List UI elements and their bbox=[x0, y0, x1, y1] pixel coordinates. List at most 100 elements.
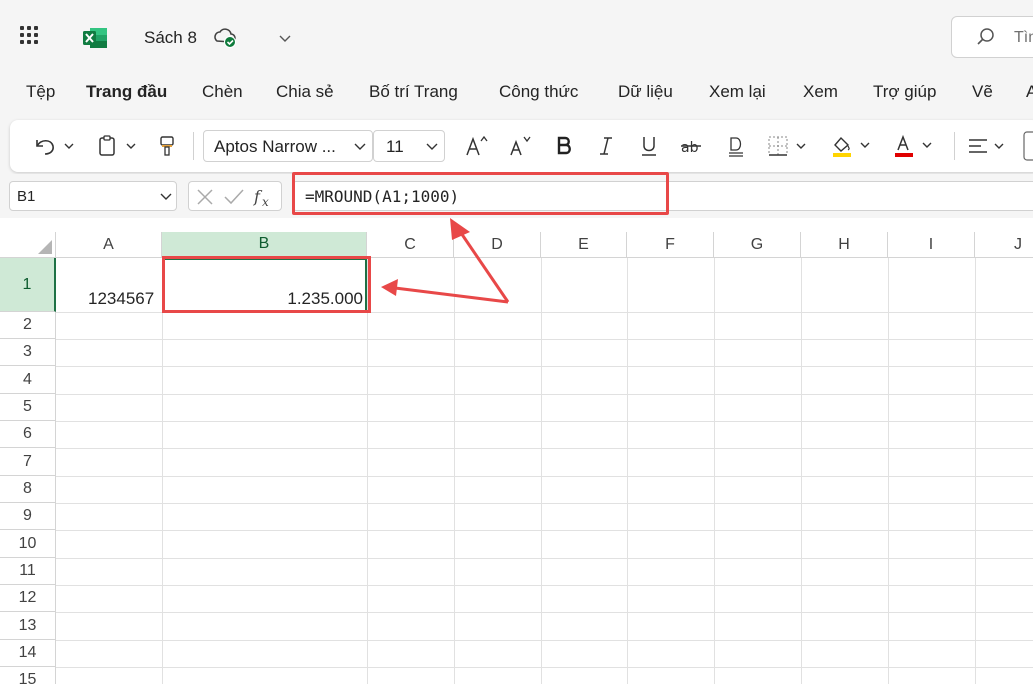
increase-font-icon bbox=[466, 135, 488, 156]
insert-function-icon[interactable]: f x bbox=[253, 185, 277, 209]
column-header-g[interactable]: G bbox=[714, 232, 801, 258]
font-name-select[interactable]: Aptos Narrow ... bbox=[203, 130, 373, 162]
tab-data[interactable]: Dữ liệu bbox=[618, 82, 673, 102]
gridline bbox=[714, 258, 715, 684]
column-header-h[interactable]: H bbox=[801, 232, 888, 258]
gridline bbox=[162, 258, 163, 684]
row-header-14[interactable]: 14 bbox=[0, 640, 56, 667]
name-box[interactable]: B1 bbox=[9, 181, 177, 211]
font-color-button[interactable] bbox=[890, 120, 942, 172]
row-header-10[interactable]: 10 bbox=[0, 530, 56, 558]
tab-overflow[interactable]: A bbox=[1026, 82, 1033, 102]
italic-icon bbox=[600, 137, 612, 155]
formula-buttons: f x bbox=[188, 181, 282, 211]
underline-button[interactable] bbox=[635, 120, 663, 172]
bold-button[interactable] bbox=[550, 120, 578, 172]
gridline bbox=[888, 258, 889, 684]
row-header-11[interactable]: 11 bbox=[0, 558, 56, 585]
clipboard-button[interactable] bbox=[92, 120, 146, 172]
tab-help[interactable]: Trợ giúp bbox=[873, 82, 936, 102]
select-all-button[interactable] bbox=[0, 232, 56, 258]
row-header-12[interactable]: 12 bbox=[0, 585, 56, 612]
column-header-c[interactable]: C bbox=[367, 232, 454, 258]
search-icon bbox=[977, 28, 994, 45]
ribbon-toolbar: Aptos Narrow ... 11 ab bbox=[10, 120, 1033, 172]
strikethrough-button[interactable]: ab bbox=[675, 120, 707, 172]
row-header-13[interactable]: 13 bbox=[0, 612, 56, 640]
cell-a1[interactable]: 1234567 bbox=[88, 289, 154, 309]
cancel-icon[interactable] bbox=[195, 187, 215, 207]
gridline bbox=[975, 258, 976, 684]
cloud-saved-icon[interactable] bbox=[212, 26, 238, 50]
row-header-7[interactable]: 7 bbox=[0, 448, 56, 476]
title-bar: Sách 8 Tìm bbox=[0, 0, 1033, 78]
enter-check-icon[interactable] bbox=[223, 187, 245, 207]
increase-font-size-button[interactable] bbox=[459, 120, 493, 172]
double-underline-button[interactable] bbox=[722, 120, 750, 172]
gridline bbox=[56, 667, 1033, 668]
strikethrough-icon: ab bbox=[681, 140, 701, 156]
column-header-j[interactable]: J bbox=[975, 232, 1033, 258]
font-color-icon bbox=[895, 134, 932, 157]
tab-review[interactable]: Xem lại bbox=[709, 82, 766, 102]
document-title[interactable]: Sách 8 bbox=[144, 28, 197, 48]
chevron-down-icon[interactable] bbox=[278, 32, 292, 44]
gridline bbox=[801, 258, 802, 684]
italic-button[interactable] bbox=[592, 120, 620, 172]
font-size-select[interactable]: 11 bbox=[373, 130, 445, 162]
excel-logo-icon bbox=[83, 28, 107, 48]
tab-formulas[interactable]: Công thức bbox=[499, 82, 578, 102]
chevron-down-icon[interactable] bbox=[160, 193, 172, 201]
column-header-d[interactable]: D bbox=[454, 232, 541, 258]
gridline bbox=[56, 558, 1033, 559]
gridline bbox=[56, 640, 1033, 641]
gridline bbox=[541, 258, 542, 684]
font-size-value: 11 bbox=[386, 137, 404, 156]
wrap-text-button[interactable] bbox=[1020, 120, 1033, 172]
tab-insert[interactable]: Chèn bbox=[202, 82, 243, 102]
format-painter-icon bbox=[160, 136, 174, 156]
formula-input[interactable]: =MROUND(A1;1000) bbox=[292, 181, 1033, 211]
tab-share[interactable]: Chia sẻ bbox=[276, 82, 334, 102]
column-header-i[interactable]: I bbox=[888, 232, 975, 258]
active-cell-border bbox=[162, 258, 367, 312]
decrease-font-size-button[interactable] bbox=[502, 120, 536, 172]
formula-text: =MROUND(A1;1000) bbox=[305, 187, 460, 206]
undo-button[interactable] bbox=[28, 120, 82, 172]
format-painter-button[interactable] bbox=[154, 120, 180, 172]
row-header-2[interactable]: 2 bbox=[0, 312, 56, 339]
column-header-b[interactable]: B bbox=[162, 232, 367, 258]
search-input[interactable]: Tìm bbox=[951, 16, 1033, 58]
gridline bbox=[56, 394, 1033, 395]
double-underline-icon bbox=[729, 137, 743, 157]
row-header-1[interactable]: 1 bbox=[0, 258, 56, 312]
tab-home[interactable]: Trang đầu bbox=[86, 82, 167, 102]
column-header-a[interactable]: A bbox=[56, 232, 162, 258]
column-header-e[interactable]: E bbox=[541, 232, 627, 258]
fill-color-button[interactable] bbox=[828, 120, 880, 172]
borders-button[interactable] bbox=[764, 120, 816, 172]
tab-draw[interactable]: Vẽ bbox=[972, 82, 993, 102]
chevron-down-icon bbox=[354, 143, 366, 150]
row-header-4[interactable]: 4 bbox=[0, 366, 56, 394]
gridline bbox=[56, 448, 1033, 449]
tab-page-layout[interactable]: Bố trí Trang bbox=[369, 82, 458, 102]
row-header-8[interactable]: 8 bbox=[0, 476, 56, 503]
menu-bar: Tệp Trang đầu Chèn Chia sẻ Bố trí Trang … bbox=[0, 78, 1033, 114]
align-button[interactable] bbox=[964, 120, 1016, 172]
row-header-5[interactable]: 5 bbox=[0, 394, 56, 421]
tab-view[interactable]: Xem bbox=[803, 82, 838, 102]
row-header-15[interactable]: 15 bbox=[0, 667, 56, 684]
gridline bbox=[56, 421, 1033, 422]
gridline bbox=[367, 258, 368, 684]
app-launcher-icon[interactable] bbox=[20, 26, 42, 48]
clipboard-icon bbox=[99, 135, 136, 156]
svg-text:x: x bbox=[262, 195, 269, 209]
row-header-9[interactable]: 9 bbox=[0, 503, 56, 530]
row-header-3[interactable]: 3 bbox=[0, 339, 56, 366]
row-header-6[interactable]: 6 bbox=[0, 421, 56, 448]
spreadsheet-grid[interactable]: A B C D E F G H I J 1 2 3 4 5 6 7 8 9 10… bbox=[0, 232, 1033, 684]
wrap-text-icon bbox=[1023, 131, 1033, 161]
column-header-f[interactable]: F bbox=[627, 232, 714, 258]
tab-file[interactable]: Tệp bbox=[26, 82, 55, 102]
